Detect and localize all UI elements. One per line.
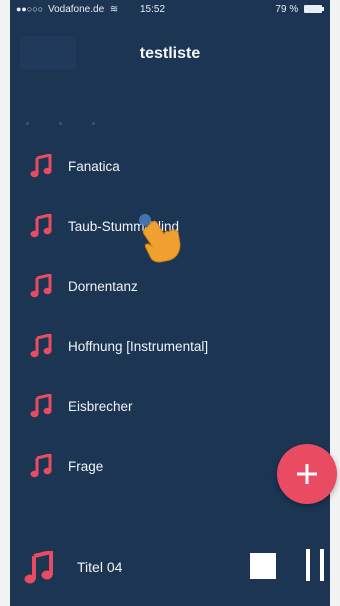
battery-info: 79 %	[275, 4, 324, 15]
music-note-icon	[24, 551, 53, 584]
app-screen: ●●○○○ Vodafone.de ≋ 15:52 79 % testliste…	[10, 0, 337, 606]
player-bar: Titel 04	[10, 533, 330, 606]
list-item[interactable]: Fanatica	[10, 147, 330, 187]
wifi-icon: ≋	[109, 4, 119, 15]
page-title: testliste	[139, 45, 201, 62]
battery-icon	[304, 5, 324, 14]
music-note-icon	[30, 394, 52, 418]
pause-button[interactable]	[306, 549, 328, 581]
music-note-icon	[30, 454, 52, 478]
clock: 15:52	[140, 4, 166, 15]
list-header-divider	[26, 112, 126, 125]
signal-strength-icon: ●●○○○	[16, 4, 44, 14]
list-item-label: Hoffnung [Instrumental]	[68, 339, 209, 354]
plus-icon	[297, 464, 317, 484]
music-note-icon	[30, 214, 52, 238]
list-item-label: Eisbrecher	[68, 399, 133, 414]
list-item-label: Frage	[68, 459, 104, 474]
battery-percent: 79 %	[275, 4, 299, 15]
status-bar: ●●○○○ Vodafone.de ≋ 15:52 79 %	[10, 0, 330, 20]
carrier-info: ●●○○○ Vodafone.de ≋	[16, 4, 121, 15]
hand-pointer-icon	[139, 214, 181, 263]
list-item[interactable]: Dornentanz	[10, 267, 330, 307]
music-note-icon	[30, 334, 52, 358]
list-item[interactable]: Eisbrecher	[10, 387, 330, 427]
list-item-label: Fanatica	[68, 159, 120, 174]
music-note-icon	[30, 274, 52, 298]
add-button[interactable]	[277, 444, 337, 504]
carrier-name: Vodafone.de	[47, 4, 105, 15]
list-item-label: Dornentanz	[68, 279, 138, 294]
music-note-icon	[30, 154, 52, 178]
list-item[interactable]: Hoffnung [Instrumental]	[10, 327, 330, 367]
stop-button[interactable]	[250, 553, 276, 579]
now-playing-title: Titel 04	[77, 559, 123, 575]
